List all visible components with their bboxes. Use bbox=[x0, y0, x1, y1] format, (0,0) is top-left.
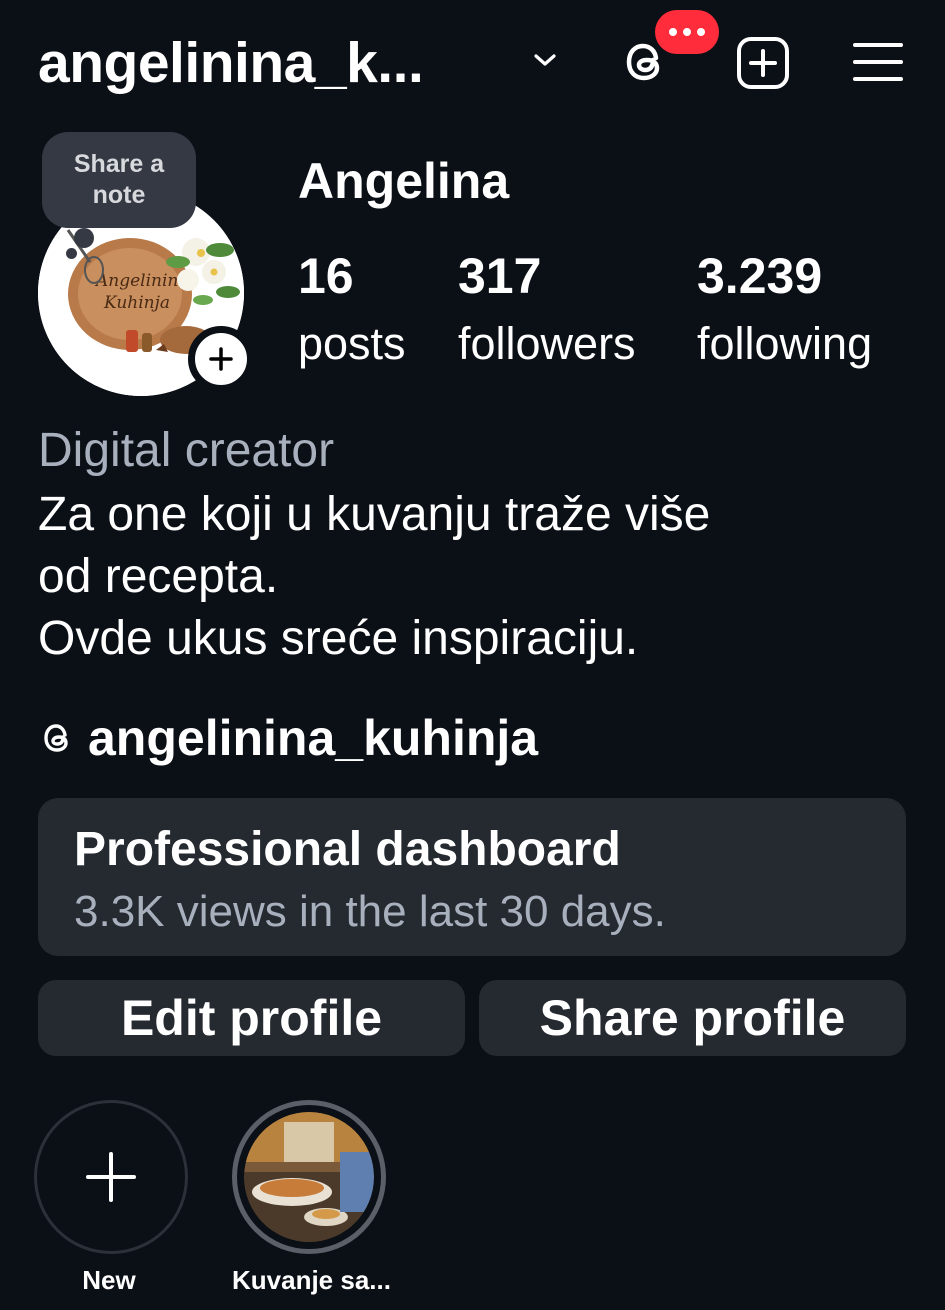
plus-icon bbox=[209, 347, 233, 371]
following-stat[interactable]: 3.239 following bbox=[697, 246, 872, 374]
share-note-label: Share a note bbox=[73, 150, 165, 209]
highlight-cover-image bbox=[244, 1112, 374, 1242]
bio-line: Ovde ukus sreće inspiraciju. bbox=[38, 612, 639, 665]
posts-label: posts bbox=[298, 318, 406, 369]
display-name: Angelina bbox=[298, 153, 510, 209]
following-label: following bbox=[697, 318, 873, 369]
highlight-label: New bbox=[82, 1265, 136, 1295]
threads-icon bbox=[44, 724, 68, 752]
avatar-logo-text: Angelinina bbox=[94, 271, 189, 291]
share-note-bubble[interactable]: Share a note bbox=[42, 132, 196, 228]
notification-badge[interactable] bbox=[655, 10, 719, 54]
threads-handle: angelinina_kuhinja bbox=[88, 710, 539, 766]
followers-count: 317 bbox=[458, 248, 542, 304]
highlight-cover-ring bbox=[232, 1100, 386, 1254]
bio-line: od recepta. bbox=[38, 550, 279, 603]
highlight-label: Kuvanje sa... bbox=[232, 1265, 391, 1295]
edit-profile-button[interactable]: Edit profile bbox=[38, 980, 465, 1056]
profile-screen: angelinina_k... Angelinina Kuhinja Share… bbox=[0, 0, 945, 1310]
highlight-new[interactable]: New bbox=[34, 1100, 188, 1296]
followers-stat[interactable]: 317 followers bbox=[458, 246, 636, 374]
note-bubble-tail bbox=[74, 228, 94, 248]
followers-label: followers bbox=[458, 318, 636, 369]
hamburger-menu-icon[interactable] bbox=[852, 40, 904, 84]
professional-dashboard-card[interactable]: Professional dashboard 3.3K views in the… bbox=[38, 798, 906, 956]
badge-dot-icon bbox=[697, 28, 705, 36]
new-highlight-circle bbox=[34, 1100, 188, 1254]
bio-line: Za one koji u kuvanju traže više bbox=[38, 488, 711, 541]
threads-profile-link[interactable]: angelinina_kuhinja bbox=[38, 706, 538, 770]
account-switcher-username[interactable]: angelinina_k... bbox=[38, 28, 424, 98]
profile-category: Digital creator bbox=[38, 424, 335, 477]
chevron-down-icon[interactable] bbox=[530, 48, 560, 72]
add-story-button[interactable] bbox=[188, 326, 254, 392]
plus-square-icon[interactable] bbox=[736, 36, 790, 90]
dashboard-title: Professional dashboard bbox=[74, 823, 621, 876]
share-profile-button[interactable]: Share profile bbox=[479, 980, 906, 1056]
plus-icon bbox=[86, 1152, 136, 1202]
dashboard-subtitle: 3.3K views in the last 30 days. bbox=[74, 887, 666, 936]
note-bubble-tail bbox=[66, 248, 77, 259]
highlight-kuvanje[interactable]: Kuvanje sa... bbox=[232, 1100, 391, 1296]
following-count: 3.239 bbox=[697, 248, 823, 304]
svg-text:Kuhinja: Kuhinja bbox=[103, 293, 170, 313]
profile-bio: Za one koji u kuvanju traže više od rece… bbox=[38, 484, 918, 670]
posts-stat[interactable]: 16 posts bbox=[298, 246, 406, 374]
top-bar: angelinina_k... bbox=[0, 0, 945, 130]
badge-dot-icon bbox=[669, 28, 677, 36]
badge-dot-icon bbox=[683, 28, 691, 36]
posts-count: 16 bbox=[298, 248, 354, 304]
